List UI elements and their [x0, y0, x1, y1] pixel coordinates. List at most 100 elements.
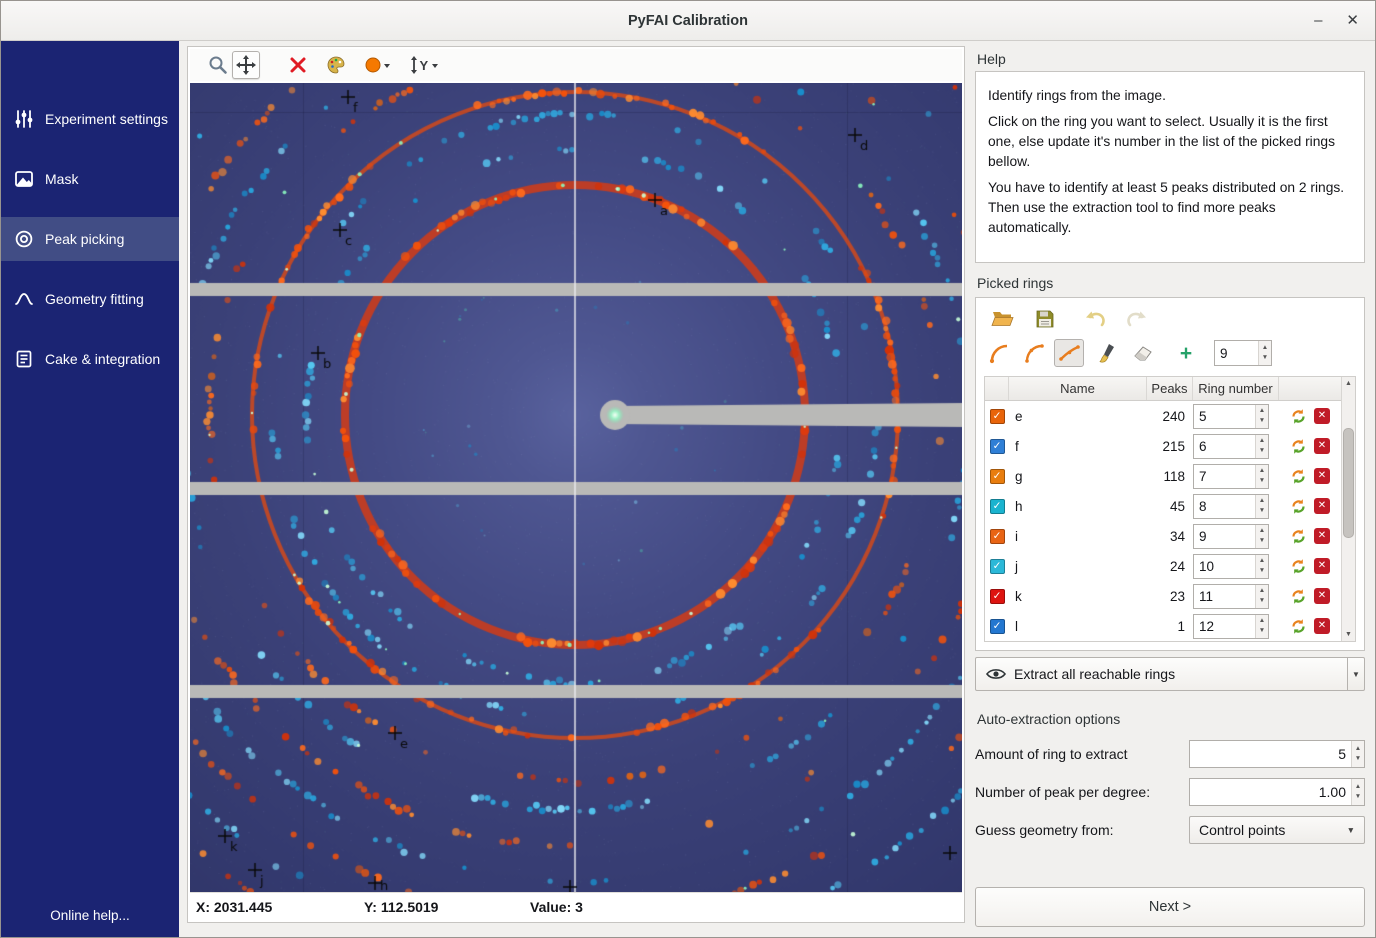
ring-peaks-count: 240	[1147, 409, 1193, 424]
table-row[interactable]: ✓ k 23 11 ▲▼	[985, 581, 1341, 611]
delete-ring-icon[interactable]: ✕	[1314, 558, 1330, 574]
scroll-thumb[interactable]	[1343, 428, 1354, 537]
refresh-ring-icon[interactable]	[1290, 468, 1307, 485]
spinner-arrows[interactable]: ▲▼	[1258, 341, 1271, 365]
ring-number-spinbox[interactable]: 6 ▲▼	[1193, 434, 1269, 459]
spinner-arrows[interactable]: ▲▼	[1351, 779, 1364, 805]
ring-visibility-checkbox[interactable]: ✓	[990, 469, 1005, 484]
refresh-ring-icon[interactable]	[1290, 408, 1307, 425]
refresh-ring-icon[interactable]	[1290, 438, 1307, 455]
sidebar-item-peak-picking[interactable]: Peak picking	[1, 217, 179, 261]
refresh-ring-icon[interactable]	[1290, 558, 1307, 575]
spinner-arrows[interactable]: ▲▼	[1255, 435, 1268, 458]
save-file-button[interactable]	[1030, 305, 1060, 333]
sidebar-item-experiment-settings[interactable]: Experiment settings	[1, 97, 179, 141]
marker-color-button[interactable]	[360, 51, 396, 79]
ring-visibility-checkbox[interactable]: ✓	[990, 559, 1005, 574]
table-row[interactable]: ✓ e 240 5 ▲▼	[985, 401, 1341, 431]
open-file-button[interactable]	[988, 305, 1018, 333]
sidebar-item-mask[interactable]: Mask	[1, 157, 179, 201]
scroll-track[interactable]	[1342, 390, 1355, 628]
ring-tool-arc-button[interactable]	[1019, 339, 1049, 367]
check-icon: ✓	[993, 471, 1002, 482]
table-row[interactable]: ✓ h 45 8 ▲▼	[985, 491, 1341, 521]
guess-geometry-row: Guess geometry from: Control points ▼	[975, 815, 1365, 845]
ring-tool-free-button[interactable]	[1054, 339, 1084, 367]
peaks-per-degree-spinbox[interactable]: 1.00 ▲▼	[1189, 778, 1365, 806]
table-row[interactable]: ✓ l 1 12 ▲▼	[985, 611, 1341, 641]
clear-peaks-button[interactable]	[284, 51, 312, 79]
table-row[interactable]: ✓ i 34 9 ▲▼	[985, 521, 1341, 551]
ring-visibility-checkbox[interactable]: ✓	[990, 529, 1005, 544]
check-icon: ✓	[993, 501, 1002, 512]
extract-rings-button[interactable]: Extract all reachable rings	[975, 657, 1348, 691]
diffraction-image-canvas[interactable]	[190, 83, 962, 892]
zoom-tool-button[interactable]	[204, 51, 232, 79]
refresh-ring-icon[interactable]	[1290, 618, 1307, 635]
move-arrows-icon	[235, 54, 257, 76]
add-ring-button[interactable]: +	[1171, 339, 1201, 367]
new-ring-number-spinbox[interactable]: 9 ▲▼	[1214, 340, 1272, 366]
refresh-ring-icon[interactable]	[1290, 528, 1307, 545]
ring-number-spinbox[interactable]: 7 ▲▼	[1193, 464, 1269, 489]
ring-tool-one-peak-button[interactable]	[984, 339, 1014, 367]
ring-number-spinbox[interactable]: 12 ▲▼	[1193, 614, 1269, 639]
table-row[interactable]: ✓ f 215 6 ▲▼	[985, 431, 1341, 461]
spinner-arrows[interactable]: ▲▼	[1255, 615, 1268, 638]
spinner-arrows[interactable]: ▲▼	[1255, 585, 1268, 608]
header-name[interactable]: Name	[1009, 377, 1147, 400]
next-button[interactable]: Next >	[975, 887, 1365, 927]
ring-visibility-checkbox[interactable]: ✓	[990, 619, 1005, 634]
spinner-arrows[interactable]: ▲▼	[1255, 555, 1268, 578]
delete-ring-icon[interactable]: ✕	[1314, 618, 1330, 634]
online-help-link[interactable]: Online help...	[1, 896, 179, 937]
spinner-arrows[interactable]: ▲▼	[1255, 525, 1268, 548]
sidebar-item-geometry-fitting[interactable]: Geometry fitting	[1, 277, 179, 321]
check-icon: ✓	[993, 591, 1002, 602]
pan-tool-button[interactable]	[232, 51, 260, 79]
spinner-arrows[interactable]: ▲▼	[1255, 405, 1268, 428]
spinner-arrows[interactable]: ▲▼	[1351, 741, 1364, 767]
scroll-up-arrow[interactable]: ▲	[1342, 377, 1355, 390]
brush-tool-button[interactable]	[1093, 339, 1123, 367]
ring-visibility-checkbox[interactable]: ✓	[990, 439, 1005, 454]
close-icon[interactable]: ✕	[1346, 13, 1359, 28]
ring-visibility-checkbox[interactable]: ✓	[990, 499, 1005, 514]
spinner-arrows[interactable]: ▲▼	[1255, 465, 1268, 488]
table-row[interactable]: ✓ g 118 7 ▲▼	[985, 461, 1341, 491]
ring-number-spinbox[interactable]: 9 ▲▼	[1193, 524, 1269, 549]
header-peaks[interactable]: Peaks	[1147, 377, 1193, 400]
ring-visibility-checkbox[interactable]: ✓	[990, 409, 1005, 424]
ring-number-spinbox[interactable]: 8 ▲▼	[1193, 494, 1269, 519]
ring-number-spinbox[interactable]: 11 ▲▼	[1193, 584, 1269, 609]
ring-number-spinbox[interactable]: 5 ▲▼	[1193, 404, 1269, 429]
window-title: PyFAI Calibration	[1, 13, 1375, 29]
delete-ring-icon[interactable]: ✕	[1314, 468, 1330, 484]
eraser-tool-button[interactable]	[1128, 339, 1158, 367]
guess-geometry-combobox[interactable]: Control points ▼	[1189, 816, 1365, 844]
check-icon: ✓	[993, 441, 1002, 452]
minimize-icon[interactable]: –	[1314, 13, 1322, 28]
undo-button[interactable]	[1080, 305, 1110, 333]
table-scrollbar[interactable]: ▲ ▼	[1341, 377, 1355, 641]
table-row[interactable]: ✓ j 24 10 ▲▼	[985, 551, 1341, 581]
delete-ring-icon[interactable]: ✕	[1314, 438, 1330, 454]
sidebar-item-cake-integration[interactable]: Cake & integration	[1, 337, 179, 381]
refresh-ring-icon[interactable]	[1290, 498, 1307, 515]
ring-number-spinbox[interactable]: 10 ▲▼	[1193, 554, 1269, 579]
extract-dropdown-arrow[interactable]: ▼	[1348, 657, 1365, 691]
colormap-button[interactable]	[322, 51, 350, 79]
delete-ring-icon[interactable]: ✕	[1314, 588, 1330, 604]
ring-visibility-checkbox[interactable]: ✓	[990, 589, 1005, 604]
redo-button[interactable]	[1122, 305, 1152, 333]
delete-ring-icon[interactable]: ✕	[1314, 498, 1330, 514]
spinner-arrows[interactable]: ▲▼	[1255, 495, 1268, 518]
scroll-down-arrow[interactable]: ▼	[1342, 628, 1355, 641]
table-body: ✓ e 240 5 ▲▼	[985, 401, 1341, 641]
header-ring-number[interactable]: Ring number	[1193, 377, 1279, 400]
refresh-ring-icon[interactable]	[1290, 588, 1307, 605]
axis-orientation-button[interactable]: Y	[406, 51, 444, 79]
ring-amount-spinbox[interactable]: 5 ▲▼	[1189, 740, 1365, 768]
delete-ring-icon[interactable]: ✕	[1314, 528, 1330, 544]
delete-ring-icon[interactable]: ✕	[1314, 408, 1330, 424]
